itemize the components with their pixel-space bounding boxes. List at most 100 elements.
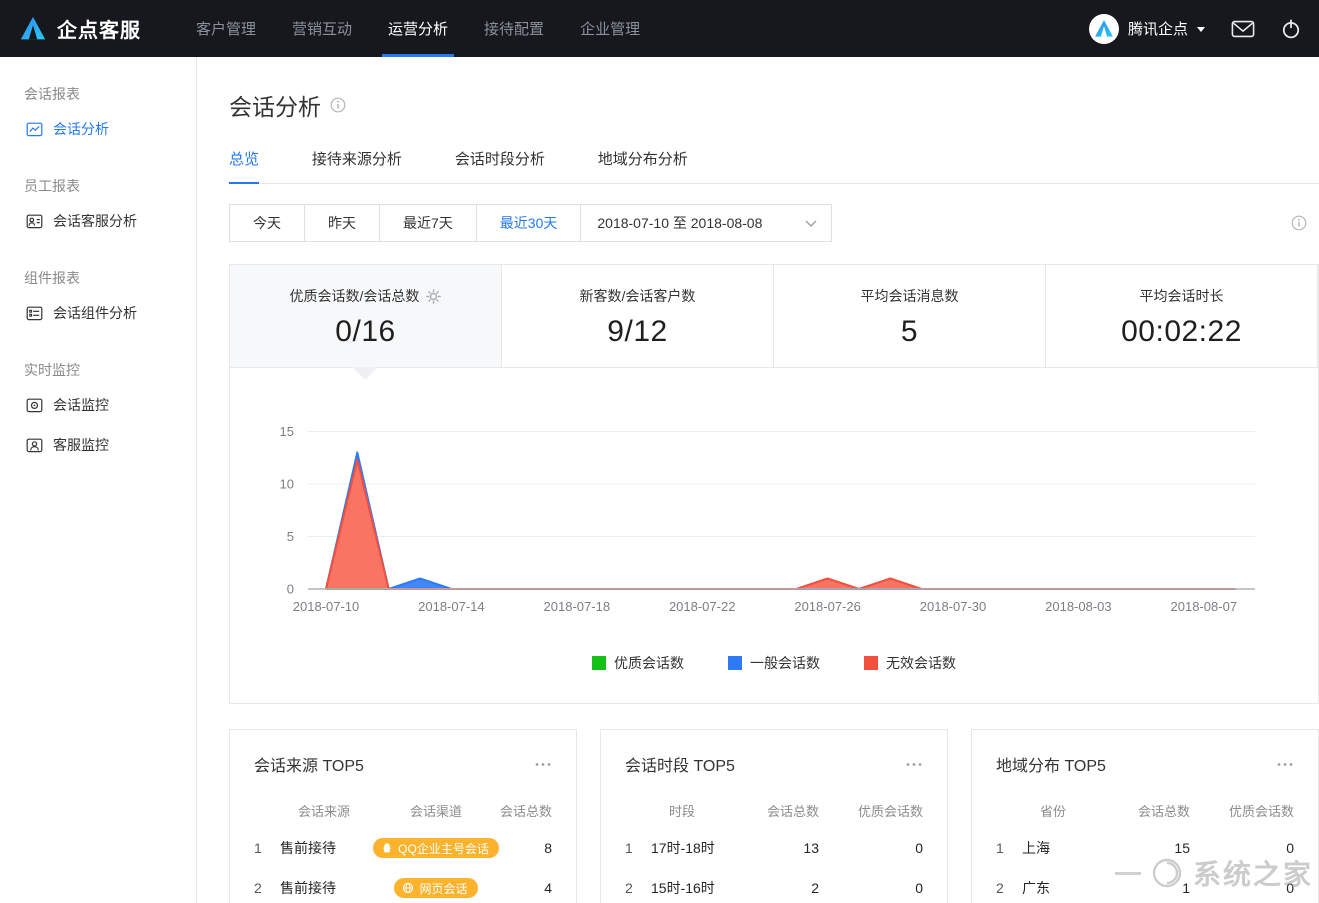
- legend-label: 优质会话数: [614, 653, 684, 673]
- stat-card-new-customers[interactable]: 新客数/会话客户数 9/12: [502, 265, 774, 367]
- app-logo[interactable]: 企点客服: [18, 14, 141, 44]
- column-header: 时段: [651, 801, 733, 820]
- legend-label: 一般会话数: [750, 653, 820, 673]
- stat-card-quality-sessions[interactable]: 优质会话数/会话总数 0/16: [230, 265, 502, 367]
- date-filter-row: 今天 昨天 最近7天 最近30天 2018-07-10 至 2018-08-08: [229, 204, 1319, 242]
- filter-yesterday-button[interactable]: 昨天: [304, 204, 380, 242]
- channel-badge: QQ企业主号会话: [373, 838, 499, 858]
- sidebar-item-component-analysis[interactable]: 会话组件分析: [0, 293, 196, 333]
- rank: 2: [625, 880, 651, 896]
- filter-last7days-button[interactable]: 最近7天: [379, 204, 477, 242]
- tab-reception-source[interactable]: 接待来源分析: [312, 148, 402, 182]
- gear-icon[interactable]: [426, 289, 441, 304]
- tab-region-distribution[interactable]: 地域分布分析: [598, 148, 688, 182]
- sidebar-section-component-reports: 组件报表: [24, 268, 196, 288]
- channel-label: 网页会话: [419, 880, 467, 897]
- sidebar-item-agent-analysis[interactable]: 会话客服分析: [0, 201, 196, 241]
- legend-swatch: [592, 656, 606, 670]
- table-row: 2 售前接待 网页会话 4: [254, 868, 552, 903]
- mail-icon[interactable]: [1231, 20, 1255, 38]
- sidebar-item-label: 会话客服分析: [53, 211, 137, 231]
- more-menu-icon[interactable]: [905, 762, 923, 767]
- svg-text:15: 15: [280, 424, 294, 439]
- more-menu-icon[interactable]: [534, 762, 552, 767]
- nav-enterprise-management[interactable]: 企业管理: [577, 0, 643, 57]
- tab-overview[interactable]: 总览: [229, 148, 259, 184]
- stat-value: 5: [774, 315, 1045, 349]
- stats-row: 优质会话数/会话总数 0/16 新客数/会话客户数 9/12 平均会话消息数: [230, 265, 1318, 368]
- table-header: 会话来源 会话渠道 会话总数: [254, 792, 552, 828]
- rank: 2: [996, 880, 1022, 896]
- topbar: 企点客服 客户管理 营销互动 运营分析 接待配置 企业管理 腾讯企点: [0, 0, 1319, 57]
- channel-badge: 网页会话: [394, 878, 477, 898]
- web-icon: [402, 882, 414, 894]
- sidebar-section-staff-reports: 员工报表: [24, 176, 196, 196]
- account-menu[interactable]: 腾讯企点: [1089, 14, 1205, 44]
- stat-card-avg-messages[interactable]: 平均会话消息数 5: [774, 265, 1046, 367]
- card-title: 会话来源 TOP5: [254, 752, 364, 776]
- table-header: 时段 会话总数 优质会话数: [625, 792, 923, 828]
- quality-sessions: 0: [915, 880, 923, 896]
- session-monitor-icon: [26, 397, 43, 414]
- date-range-picker[interactable]: 2018-07-10 至 2018-08-08: [580, 204, 832, 242]
- svg-text:2018-08-07: 2018-08-07: [1171, 599, 1238, 614]
- filter-last30days-button[interactable]: 最近30天: [476, 204, 582, 242]
- nav-marketing-interaction[interactable]: 营销互动: [289, 0, 355, 57]
- component-list-icon: [26, 305, 43, 322]
- column-header: 会话总数: [500, 801, 552, 820]
- topbar-right: 腾讯企点: [1089, 14, 1319, 44]
- nav-customer-management[interactable]: 客户管理: [193, 0, 259, 57]
- logo-text: 企点客服: [57, 14, 141, 43]
- quality-sessions: 0: [1286, 840, 1294, 856]
- sidebar-item-session-analysis[interactable]: 会话分析: [0, 109, 196, 149]
- channel-label: QQ企业主号会话: [398, 840, 489, 857]
- svg-text:10: 10: [280, 477, 294, 492]
- date-range-value: 2018-07-10 至 2018-08-08: [597, 213, 762, 233]
- avatar: [1089, 14, 1119, 44]
- qq-icon: [381, 842, 393, 854]
- table-row: 2 15时-16时 2 0: [625, 868, 923, 903]
- sidebar-item-label: 会话组件分析: [53, 303, 137, 323]
- sidebar-section-realtime-monitor: 实时监控: [24, 360, 196, 380]
- rank: 1: [996, 840, 1022, 856]
- stat-card-avg-duration[interactable]: 平均会话时长 00:02:22: [1046, 265, 1318, 367]
- logo-icon: [18, 14, 48, 44]
- sidebar-item-agent-monitor[interactable]: 客服监控: [0, 425, 196, 465]
- province: 上海: [1022, 838, 1104, 858]
- main-content: 会话分析 总览 接待来源分析 会话时段分析 地域分布分析 今天 昨天 最近7天 …: [198, 57, 1319, 903]
- total-sessions: 8: [544, 840, 552, 856]
- quality-sessions: 0: [915, 840, 923, 856]
- nav-operations-analysis[interactable]: 运营分析: [385, 0, 451, 57]
- table-row: 1 17时-18时 13 0: [625, 828, 923, 868]
- legend-item[interactable]: 无效会话数: [864, 653, 956, 673]
- svg-text:5: 5: [287, 529, 294, 544]
- more-menu-icon[interactable]: [1276, 762, 1294, 767]
- sidebar: 会话报表 会话分析 员工报表 会话客服分析 组件报表 会话组件分析 实时监控 会…: [0, 57, 197, 903]
- source-name: 售前接待: [280, 838, 372, 858]
- rank: 2: [254, 880, 280, 896]
- sidebar-item-session-monitor[interactable]: 会话监控: [0, 385, 196, 425]
- svg-text:2018-07-18: 2018-07-18: [544, 599, 611, 614]
- chevron-down-icon: [1197, 27, 1205, 32]
- card-region-top5: 地域分布 TOP5 省份 会话总数 优质会话数 1 上海 15 0 2 广东 1: [971, 729, 1319, 903]
- info-icon[interactable]: [330, 97, 346, 113]
- table-header: 省份 会话总数 优质会话数: [996, 792, 1294, 828]
- stat-value: 9/12: [502, 315, 773, 349]
- column-header: 优质会话数: [1229, 801, 1294, 820]
- legend-item[interactable]: 优质会话数: [592, 653, 684, 673]
- filter-today-button[interactable]: 今天: [229, 204, 305, 242]
- column-header: 省份: [1022, 801, 1104, 820]
- tab-session-time[interactable]: 会话时段分析: [455, 148, 545, 182]
- nav-reception-config[interactable]: 接待配置: [481, 0, 547, 57]
- sidebar-item-label: 会话分析: [53, 119, 109, 139]
- legend-item[interactable]: 一般会话数: [728, 653, 820, 673]
- quality-sessions: 0: [1286, 880, 1294, 896]
- stat-label: 新客数/会话客户数: [580, 286, 696, 306]
- chevron-down-icon: [805, 220, 817, 227]
- logout-icon[interactable]: [1281, 19, 1301, 39]
- svg-text:0: 0: [287, 582, 294, 597]
- info-icon[interactable]: [1291, 215, 1307, 231]
- table-row: 2 广东 1 0: [996, 868, 1294, 903]
- active-card-pointer: [352, 367, 378, 380]
- svg-text:2018-07-22: 2018-07-22: [669, 599, 736, 614]
